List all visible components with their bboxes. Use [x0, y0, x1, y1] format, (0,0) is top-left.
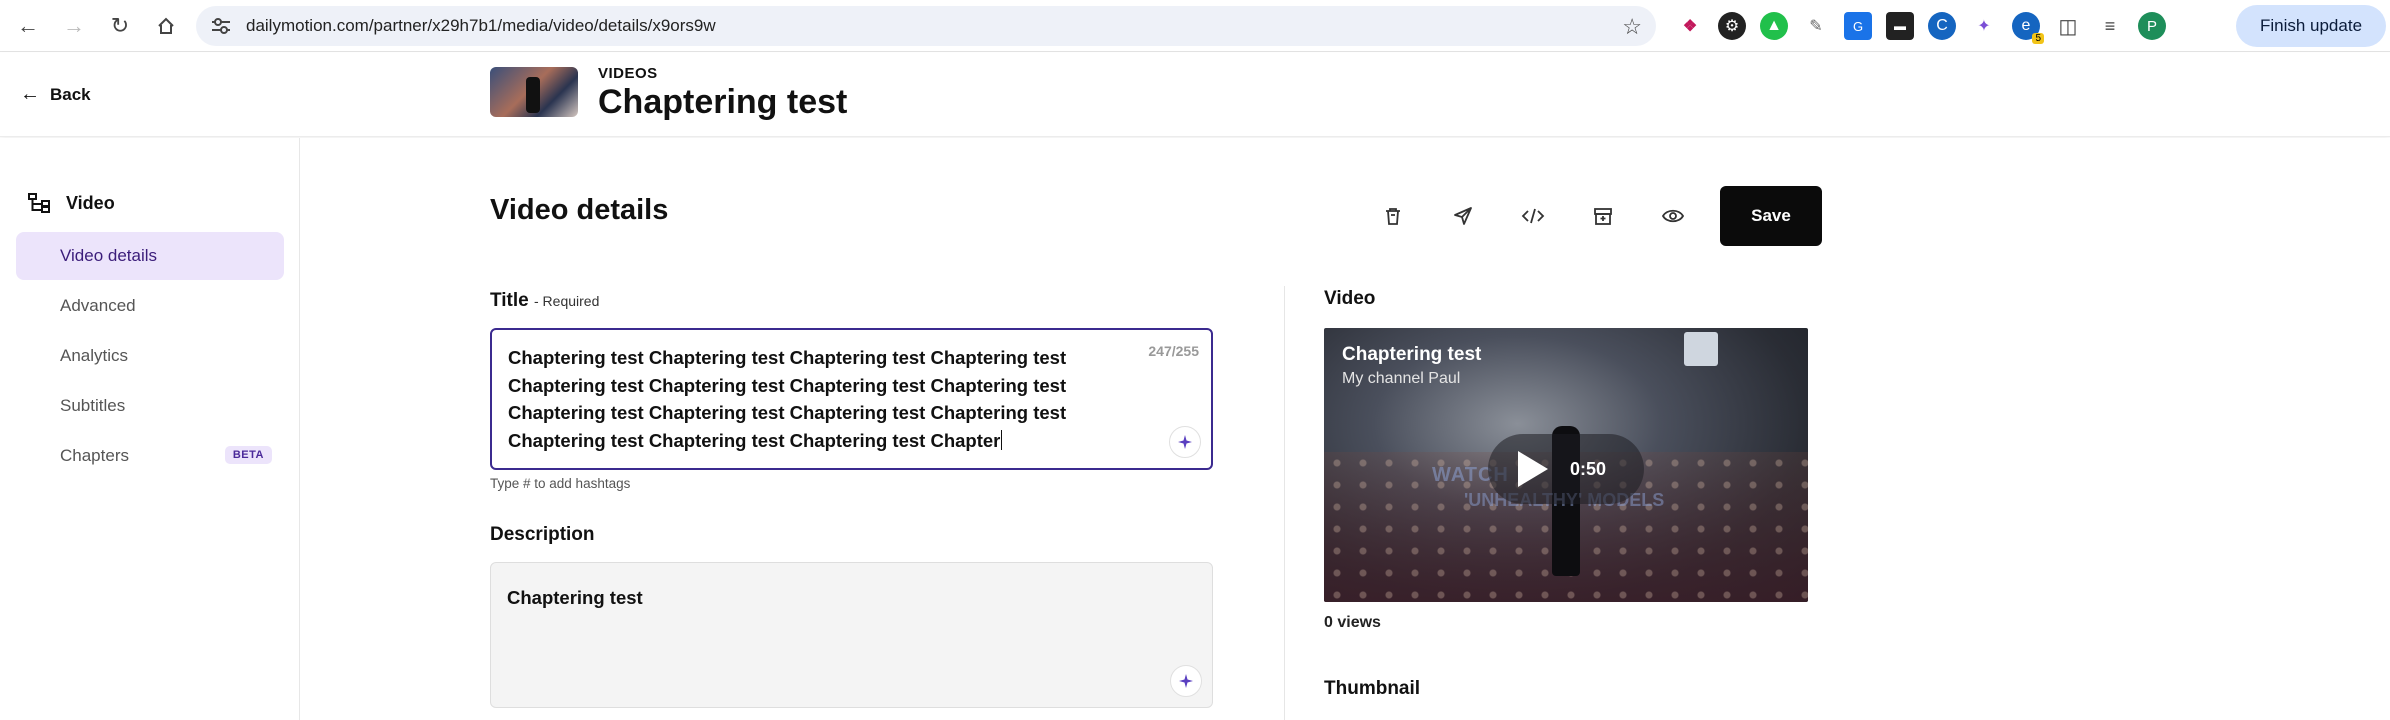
site-settings-icon[interactable]	[210, 16, 232, 36]
archive-icon[interactable]	[1568, 186, 1638, 246]
title-hint: Type # to add hashtags	[490, 476, 631, 491]
title-input-value: Chaptering test Chaptering test Chapteri…	[508, 347, 1067, 451]
title-input[interactable]: Chaptering test Chaptering test Chapteri…	[490, 328, 1213, 470]
sidebar: Video Video details Advanced Analytics S…	[0, 138, 300, 720]
trash-icon[interactable]	[1358, 186, 1428, 246]
extension-pencil-icon[interactable]: ✎	[1802, 12, 1830, 40]
thumbnail-label: Thumbnail	[1324, 678, 1421, 699]
ai-sparkle-button[interactable]	[1169, 426, 1201, 458]
sidebar-item-label: Chapters	[60, 446, 129, 465]
char-counter: 247/255	[1148, 343, 1199, 359]
sparkle-icon	[1179, 674, 1193, 688]
send-icon[interactable]	[1428, 186, 1498, 246]
main-content: Video details Save Title - Required Chap…	[300, 138, 2390, 720]
play-button[interactable]: 0:50	[1488, 434, 1644, 504]
sidebar-item-label: Video details	[60, 246, 158, 265]
back-label: Back	[50, 84, 91, 104]
browser-toolbar: ← → ↻ dailymotion.com/partner/x29h7b1/me…	[0, 0, 2390, 52]
sidebar-group-video: Video	[26, 190, 115, 216]
page-title: Chaptering test	[598, 83, 848, 121]
reload-icon[interactable]: ↻	[102, 8, 138, 44]
finish-update-button[interactable]: Finish update	[2236, 5, 2386, 47]
video-channel-name: My channel Paul	[1342, 370, 1461, 387]
extension-green-icon[interactable]: ▲	[1760, 12, 1788, 40]
sparkle-icon	[1178, 435, 1192, 449]
ai-sparkle-button[interactable]	[1170, 665, 1202, 697]
euronews-logo	[1684, 332, 1718, 366]
extension-gear-icon[interactable]: ⚙	[1718, 12, 1746, 40]
video-panel-label: Video	[1324, 288, 1376, 309]
section-title: Video details	[490, 194, 669, 226]
beta-badge: BETA	[224, 446, 272, 464]
back-arrow-icon[interactable]: ←	[10, 8, 46, 44]
extensions-puzzle-icon[interactable]: ◫	[2054, 12, 2082, 40]
profile-avatar[interactable]: P	[2138, 12, 2166, 40]
extension-badge-icon[interactable]: e5	[2012, 12, 2044, 44]
title-label-text: Title	[490, 290, 529, 311]
extension-badge-count: 5	[2032, 33, 2044, 44]
play-icon	[1518, 451, 1548, 487]
video-thumbnail-small	[490, 67, 578, 117]
address-bar[interactable]: dailymotion.com/partner/x29h7b1/media/vi…	[196, 6, 1656, 46]
save-button[interactable]: Save	[1720, 186, 1822, 246]
home-icon[interactable]	[148, 8, 184, 44]
video-duration: 0:50	[1570, 458, 1607, 479]
page-header: ← Back VIDEOS Chaptering test	[0, 53, 2390, 137]
description-label: Description	[490, 524, 595, 545]
extension-blue-circle-icon[interactable]: C	[1928, 12, 1956, 40]
sidebar-item-label: Subtitles	[60, 396, 126, 415]
title-field-label: Title - Required	[490, 290, 599, 312]
back-arrow-icon: ←	[20, 83, 40, 105]
sidebar-item-label: Advanced	[60, 296, 136, 315]
sidebar-item-video-details[interactable]: Video details	[16, 232, 284, 280]
column-divider	[1284, 286, 1285, 720]
extension-feather-icon[interactable]: ✦	[1970, 12, 1998, 40]
sidebar-item-label: Analytics	[60, 346, 129, 365]
video-actions-toolbar: Save	[1358, 186, 1822, 246]
extension-card-icon[interactable]: ▬	[1886, 12, 1914, 40]
media-playlist-icon[interactable]: ≡	[2096, 12, 2124, 40]
url-text: dailymotion.com/partner/x29h7b1/media/vi…	[246, 16, 716, 35]
required-marker: - Required	[534, 293, 600, 309]
extension-red-icon[interactable]: ❖	[1676, 12, 1704, 40]
sidebar-item-advanced[interactable]: Advanced	[16, 282, 284, 330]
sidebar-group-label: Video	[66, 192, 115, 213]
video-tree-icon	[28, 193, 50, 213]
description-textarea[interactable]: Chaptering test	[490, 562, 1213, 708]
description-value: Chaptering test	[507, 587, 643, 608]
embed-code-icon[interactable]	[1498, 186, 1568, 246]
header-kicker: VIDEOS	[598, 65, 658, 82]
sidebar-item-subtitles[interactable]: Subtitles	[16, 382, 284, 430]
sidebar-item-chapters[interactable]: Chapters BETA	[16, 432, 284, 480]
preview-eye-icon[interactable]	[1638, 186, 1708, 246]
back-link[interactable]: ← Back	[20, 83, 91, 106]
text-caret	[1001, 429, 1003, 450]
translate-extension-icon[interactable]: G	[1844, 12, 1872, 40]
video-title-overlay: Chaptering test	[1342, 344, 1482, 365]
video-player-preview[interactable]: WATCH 'UNHEALTHY' MODELS Chaptering test…	[1324, 328, 1808, 602]
forward-arrow-icon[interactable]: →	[56, 8, 92, 44]
sidebar-item-analytics[interactable]: Analytics	[16, 332, 284, 380]
extensions-area: ❖ ⚙ ▲ ✎ G ▬ C ✦ e5 ◫ ≡ P	[1676, 8, 2166, 44]
bookmark-star-icon[interactable]: ☆	[1622, 14, 1642, 40]
view-count: 0 views	[1324, 614, 1381, 631]
